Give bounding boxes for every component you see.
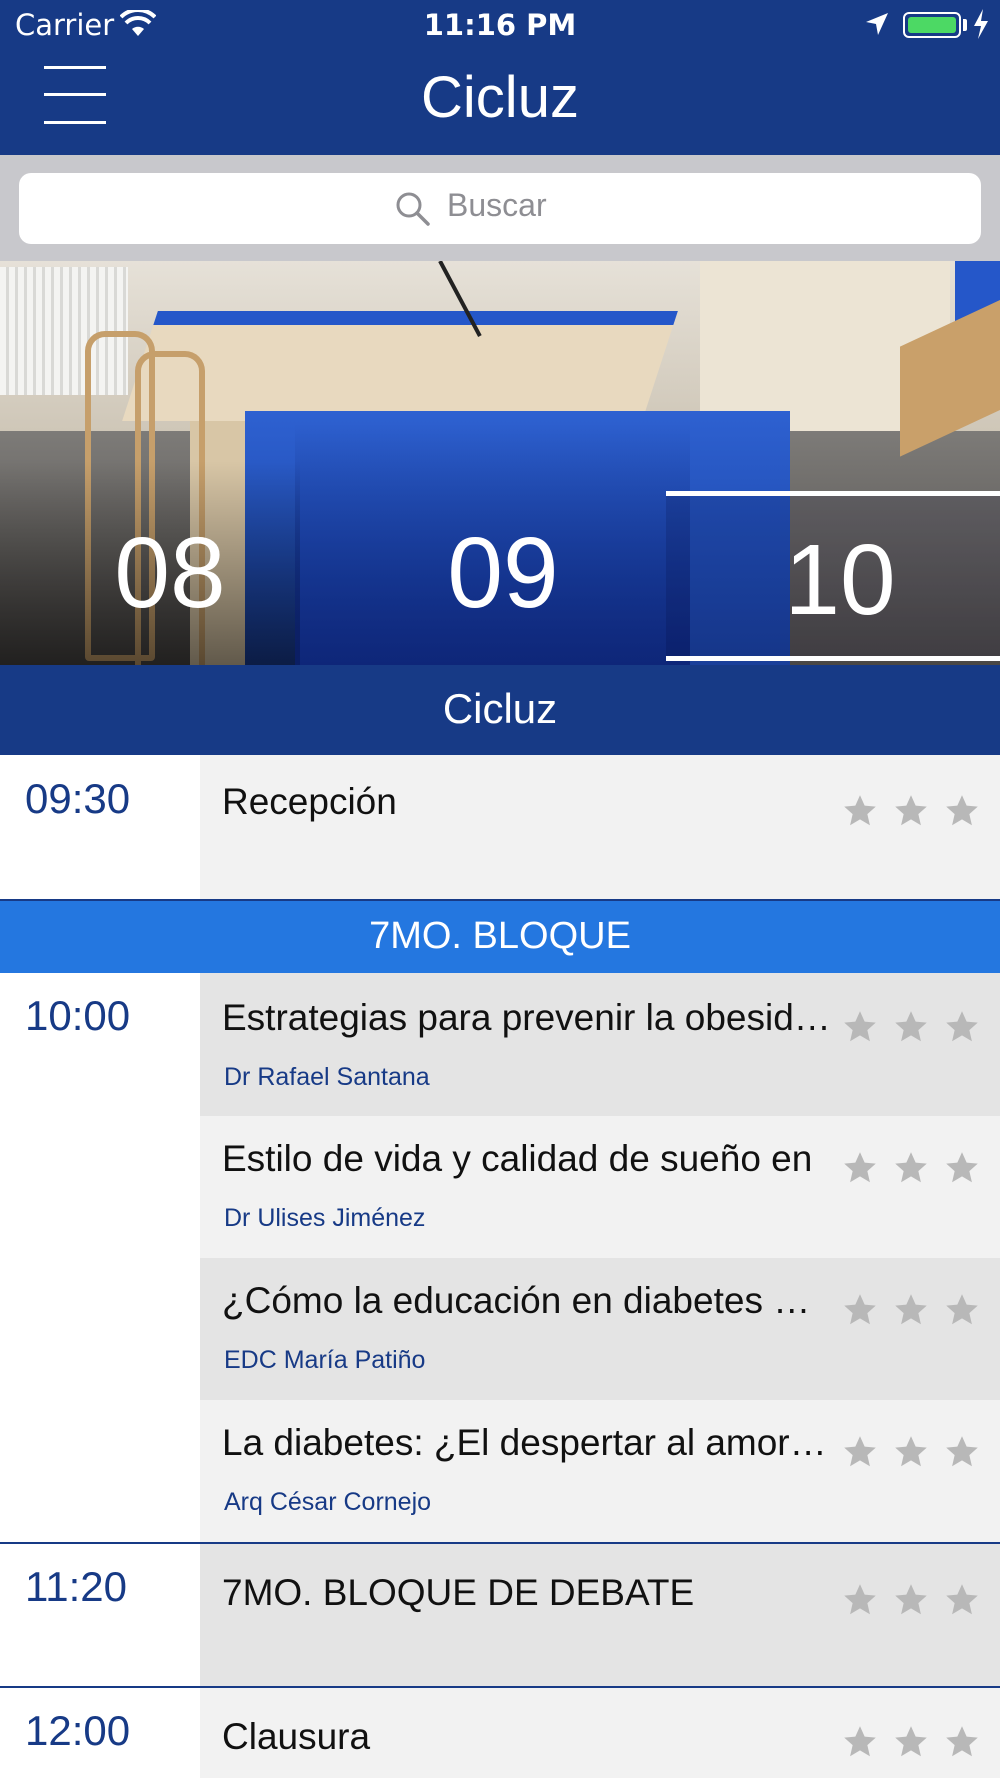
item-title: Clausura [222,1716,371,1757]
day-selector-banner: 08 09 10 [0,261,1000,665]
star-icon[interactable] [893,793,929,829]
star-icon[interactable] [944,1724,980,1760]
item-title: Estrategias para prevenir la obesidad [222,997,832,1038]
page-title: Cicluz [421,65,579,130]
rating-stars[interactable] [842,1150,992,1190]
star-icon[interactable] [944,1292,980,1328]
item-title: La diabetes: ¿El despertar al amor infin… [222,1422,832,1463]
schedule-item-debate[interactable]: 7MO. BLOQUE DE DEBATE [200,1544,1000,1686]
day-tab-10[interactable]: 10 [740,523,940,638]
schedule-item-talk-1[interactable]: Estrategias para prevenir la obesidad Dr… [200,973,1000,1116]
time-label: 10:00 [25,992,131,1039]
item-title: Recepción [222,781,397,822]
rating-stars[interactable] [842,1724,992,1764]
location-icon [866,13,888,35]
search-input[interactable]: Buscar [19,173,981,244]
rating-stars[interactable] [842,1582,992,1622]
star-icon[interactable] [893,1292,929,1328]
star-icon[interactable] [944,793,980,829]
charging-icon [974,9,988,39]
star-icon[interactable] [944,1582,980,1618]
time-label: 09:30 [25,775,131,822]
schedule-item-talk-4[interactable]: La diabetes: ¿El despertar al amor infin… [200,1400,1000,1543]
rating-stars[interactable] [842,793,992,833]
item-title: ¿Cómo la educación en diabetes mejora [222,1280,832,1321]
app-screen: Carrier 11:16 PM Cicluz Buscar 08 09 10 … [0,0,1000,1778]
item-speaker[interactable]: Arq César Cornejo [224,1488,431,1517]
search-bar: Buscar [0,155,1000,261]
item-speaker[interactable]: EDC María Patiño [224,1346,425,1375]
search-icon [396,192,430,226]
clock: 11:16 PM [423,8,577,42]
schedule-item-talk-3[interactable]: ¿Cómo la educación en diabetes mejora ED… [200,1258,1000,1400]
status-bar: Carrier 11:16 PM [0,0,1000,50]
star-icon[interactable] [842,793,878,829]
star-icon[interactable] [842,1009,878,1045]
star-icon[interactable] [842,1292,878,1328]
navigation-bar: Carrier 11:16 PM Cicluz [0,0,1000,155]
item-speaker[interactable]: Dr Ulises Jiménez [224,1204,425,1233]
star-icon[interactable] [893,1009,929,1045]
star-icon[interactable] [944,1150,980,1186]
battery-icon [903,12,961,38]
schedule-item-clausura[interactable]: Clausura [200,1688,1000,1778]
block-header: 7MO. BLOQUE [0,901,1000,973]
time-label: 12:00 [25,1707,131,1754]
day-tab-08[interactable]: 08 [70,516,270,631]
star-icon[interactable] [944,1434,980,1470]
star-icon[interactable] [893,1150,929,1186]
star-icon[interactable] [944,1009,980,1045]
item-title: Estilo de vida y calidad de sueño en [222,1138,813,1179]
star-icon[interactable] [842,1434,878,1470]
star-icon[interactable] [893,1724,929,1760]
item-speaker[interactable]: Dr Rafael Santana [224,1063,430,1092]
schedule-item-talk-2[interactable]: Estilo de vida y calidad de sueño en Dr … [200,1116,1000,1258]
rating-stars[interactable] [842,1009,992,1049]
star-icon[interactable] [842,1582,878,1618]
star-icon[interactable] [893,1434,929,1470]
event-header: Cicluz [0,665,1000,755]
star-icon[interactable] [893,1582,929,1618]
star-icon[interactable] [842,1724,878,1760]
schedule-item-recepcion[interactable]: Recepción [200,755,1000,900]
battery-tip [963,19,967,31]
rating-stars[interactable] [842,1434,992,1474]
search-placeholder: Buscar [447,187,547,223]
day-tab-09[interactable]: 09 [403,516,603,631]
time-label: 11:20 [25,1563,127,1610]
item-title: 7MO. BLOQUE DE DEBATE [222,1572,695,1613]
rating-stars[interactable] [842,1292,992,1332]
star-icon[interactable] [842,1150,878,1186]
